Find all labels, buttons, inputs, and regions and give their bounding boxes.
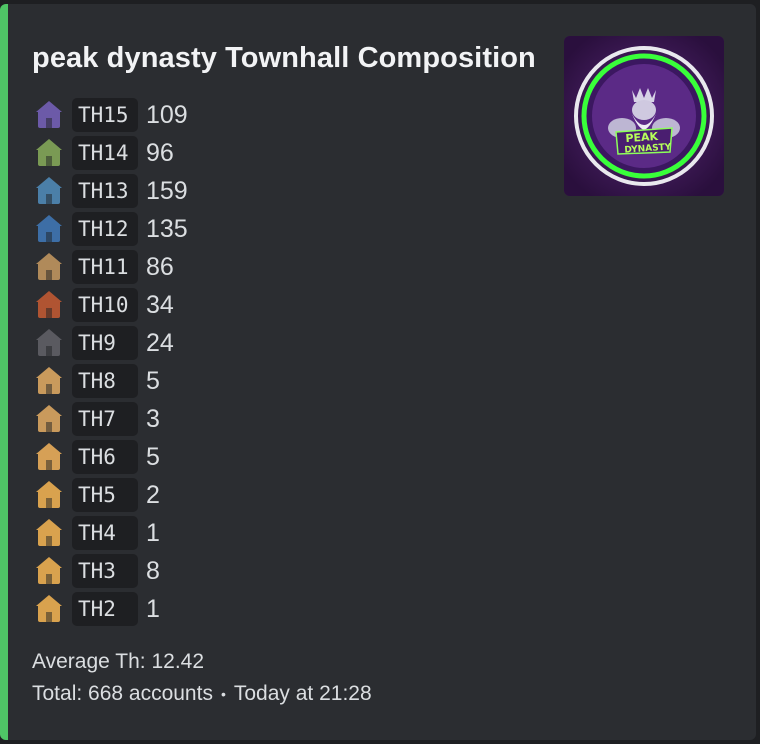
townhall-count: 135	[146, 214, 188, 243]
th15-icon	[36, 101, 62, 128]
embed-footer: Total: 668 accounts • Today at 21:28	[32, 682, 372, 706]
townhall-row: TH7 3	[32, 400, 188, 438]
townhall-row: TH8 5	[32, 362, 188, 400]
th3-icon	[36, 557, 62, 584]
townhall-count: 1	[146, 518, 160, 547]
townhall-row: TH2 1	[32, 590, 188, 628]
footer-timestamp[interactable]: Today at 21:28	[234, 682, 372, 706]
townhall-row: TH11 86	[32, 248, 188, 286]
townhall-list: TH15 109 TH14 96 TH13 159 TH12 135 TH11 …	[32, 96, 188, 628]
townhall-row: TH14 96	[32, 134, 188, 172]
townhall-row: TH9 24	[32, 324, 188, 362]
townhall-label: TH15	[72, 98, 138, 132]
townhall-count: 34	[146, 290, 174, 319]
townhall-count: 109	[146, 100, 188, 129]
embed-thumbnail[interactable]: PEAK DYNASTY	[564, 36, 724, 196]
th13-icon	[36, 177, 62, 204]
townhall-label: TH6	[72, 440, 138, 474]
th2-icon	[36, 595, 62, 622]
townhall-row: TH6 5	[32, 438, 188, 476]
townhall-row: TH12 135	[32, 210, 188, 248]
th14-icon	[36, 139, 62, 166]
townhall-count: 159	[146, 176, 188, 205]
townhall-count: 3	[146, 404, 160, 433]
townhall-label: TH13	[72, 174, 138, 208]
townhall-label: TH12	[72, 212, 138, 246]
townhall-count: 2	[146, 480, 160, 509]
th8-icon	[36, 367, 62, 394]
townhall-count: 96	[146, 138, 174, 167]
th9-icon	[36, 329, 62, 356]
th7-icon	[36, 405, 62, 432]
townhall-row: TH10 34	[32, 286, 188, 324]
embed-title: peak dynasty Townhall Composition	[32, 42, 536, 74]
th4-icon	[36, 519, 62, 546]
th12-icon	[36, 215, 62, 242]
townhall-label: TH14	[72, 136, 138, 170]
townhall-label: TH10	[72, 288, 138, 322]
townhall-row: TH15 109	[32, 96, 188, 134]
townhall-row: TH4 1	[32, 514, 188, 552]
townhall-row: TH3 8	[32, 552, 188, 590]
townhall-label: TH11	[72, 250, 138, 284]
footer-total: Total: 668 accounts	[32, 682, 213, 705]
townhall-count: 5	[146, 366, 160, 395]
townhall-label: TH5	[72, 478, 138, 512]
footer-separator: •	[220, 686, 226, 702]
peak-dynasty-logo-icon: PEAK DYNASTY	[564, 36, 724, 196]
townhall-row: TH5 2	[32, 476, 188, 514]
townhall-count: 24	[146, 328, 174, 357]
townhall-label: TH4	[72, 516, 138, 550]
th10-icon	[36, 291, 62, 318]
townhall-count: 8	[146, 556, 160, 585]
townhall-count: 1	[146, 594, 160, 623]
townhall-label: TH3	[72, 554, 138, 588]
th11-icon	[36, 253, 62, 280]
embed-accent-bar	[0, 4, 8, 740]
townhall-label: TH2	[72, 592, 138, 626]
average-townhall: Average Th: 12.42	[32, 650, 205, 673]
townhall-count: 5	[146, 442, 160, 471]
townhall-count: 86	[146, 252, 174, 281]
th5-icon	[36, 481, 62, 508]
th6-icon	[36, 443, 62, 470]
townhall-label: TH9	[72, 326, 138, 360]
townhall-label: TH8	[72, 364, 138, 398]
embed-card: peak dynasty Townhall Composition PEAK D…	[0, 4, 756, 740]
townhall-label: TH7	[72, 402, 138, 436]
townhall-row: TH13 159	[32, 172, 188, 210]
